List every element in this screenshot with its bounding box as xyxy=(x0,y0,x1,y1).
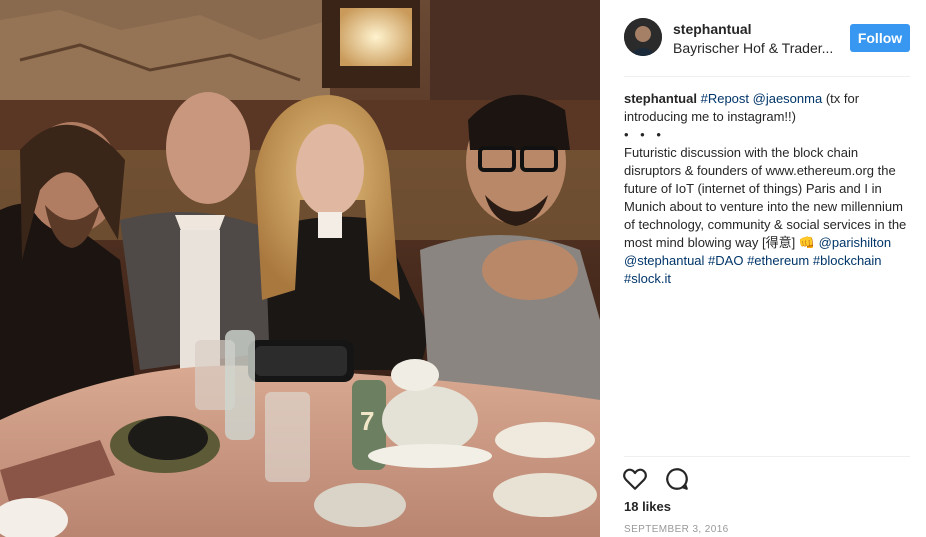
hashtag-repost[interactable]: #Repost xyxy=(701,91,749,106)
instagram-post: 7 stephantual Bayrischer Hof & Trader...… xyxy=(0,0,926,537)
actions-divider xyxy=(624,456,910,457)
header-divider xyxy=(624,76,910,77)
avatar-image xyxy=(624,18,662,56)
mention-parishilton[interactable]: @parishilton xyxy=(819,235,891,250)
hashtag-dao[interactable]: #DAO xyxy=(708,253,743,268)
mention-stephantual[interactable]: @stephantual xyxy=(624,253,704,268)
caption-username[interactable]: stephantual xyxy=(624,91,697,106)
hashtag-blockchain[interactable]: #blockchain xyxy=(813,253,882,268)
post-side-panel: stephantual Bayrischer Hof & Trader... F… xyxy=(600,0,926,537)
post-header: stephantual Bayrischer Hof & Trader... F… xyxy=(624,16,910,60)
post-caption: stephantual #Repost @jaesonma (tx for in… xyxy=(624,90,908,288)
hashtag-ethereum[interactable]: #ethereum xyxy=(747,253,809,268)
mention-jaesonma[interactable]: @jaesonma xyxy=(753,91,823,106)
likes-count[interactable]: 18 likes xyxy=(624,499,671,514)
comment-icon[interactable] xyxy=(664,466,690,492)
caption-dots: • • • xyxy=(624,127,665,142)
action-bar xyxy=(622,466,702,492)
follow-button[interactable]: Follow xyxy=(850,24,910,52)
photo-image: 7 xyxy=(0,0,600,537)
header-location[interactable]: Bayrischer Hof & Trader... xyxy=(673,40,841,56)
avatar[interactable] xyxy=(624,18,662,56)
header-username[interactable]: stephantual xyxy=(673,21,752,37)
post-photo[interactable]: 7 xyxy=(0,0,600,537)
svg-text:7: 7 xyxy=(360,406,374,436)
hashtag-slock-it[interactable]: #slock.it xyxy=(624,271,671,286)
heart-icon[interactable] xyxy=(622,466,648,492)
post-date[interactable]: SEPTEMBER 3, 2016 xyxy=(624,524,729,535)
